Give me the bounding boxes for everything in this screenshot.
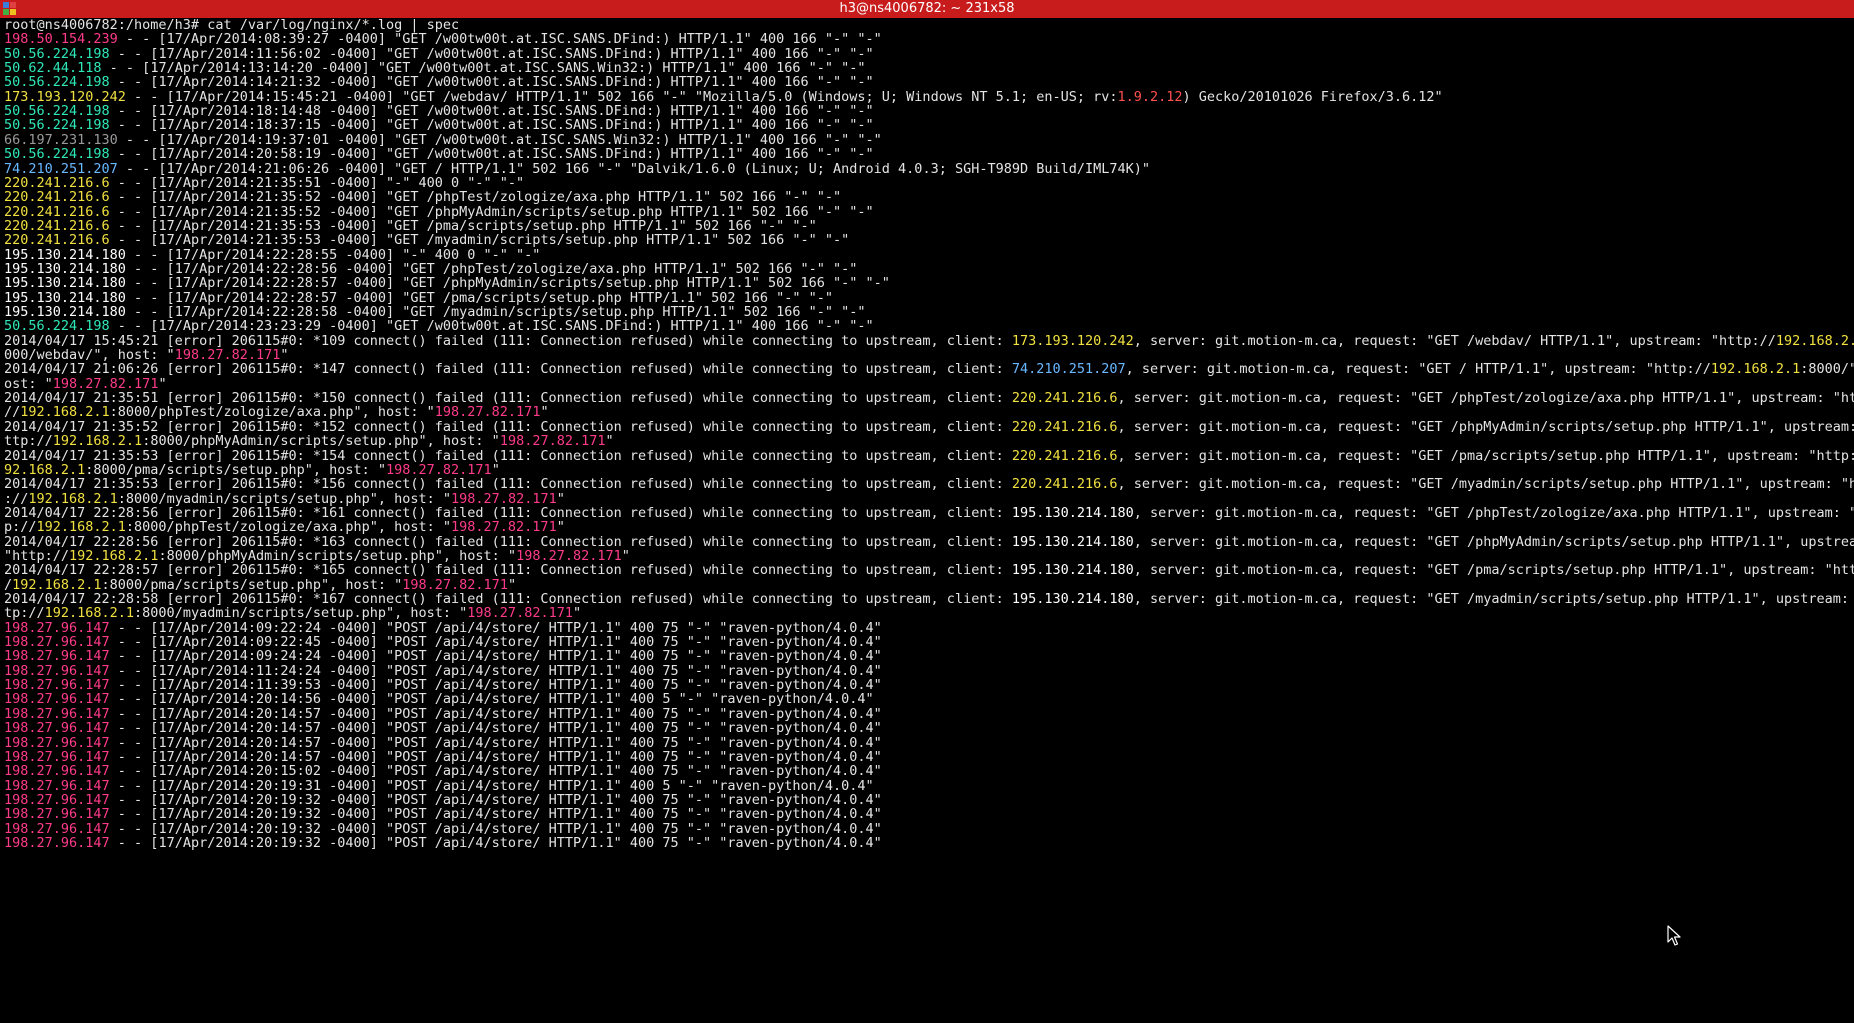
mouse-pointer-icon (1667, 925, 1681, 946)
highlighted-token: 198.27.96.147 (4, 834, 110, 851)
line-text: - - [17/Apr/2014:20:19:32 -0400] "POST /… (109, 834, 882, 851)
terminal-output[interactable]: root@ns4006782:/home/h3# cat /var/log/ng… (0, 18, 1854, 1023)
app-icon-square (10, 9, 16, 15)
app-icon-square (10, 2, 16, 8)
window-titlebar[interactable]: h3@ns4006782: ~ 231x58 (0, 0, 1854, 18)
terminal-app-icon[interactable] (3, 2, 17, 16)
app-icon-square (3, 2, 9, 8)
window-title: h3@ns4006782: ~ 231x58 (839, 1, 1015, 16)
app-icon-square (3, 9, 9, 15)
terminal-line: 198.27.96.147 - - [17/Apr/2014:20:19:32 … (4, 835, 1854, 852)
